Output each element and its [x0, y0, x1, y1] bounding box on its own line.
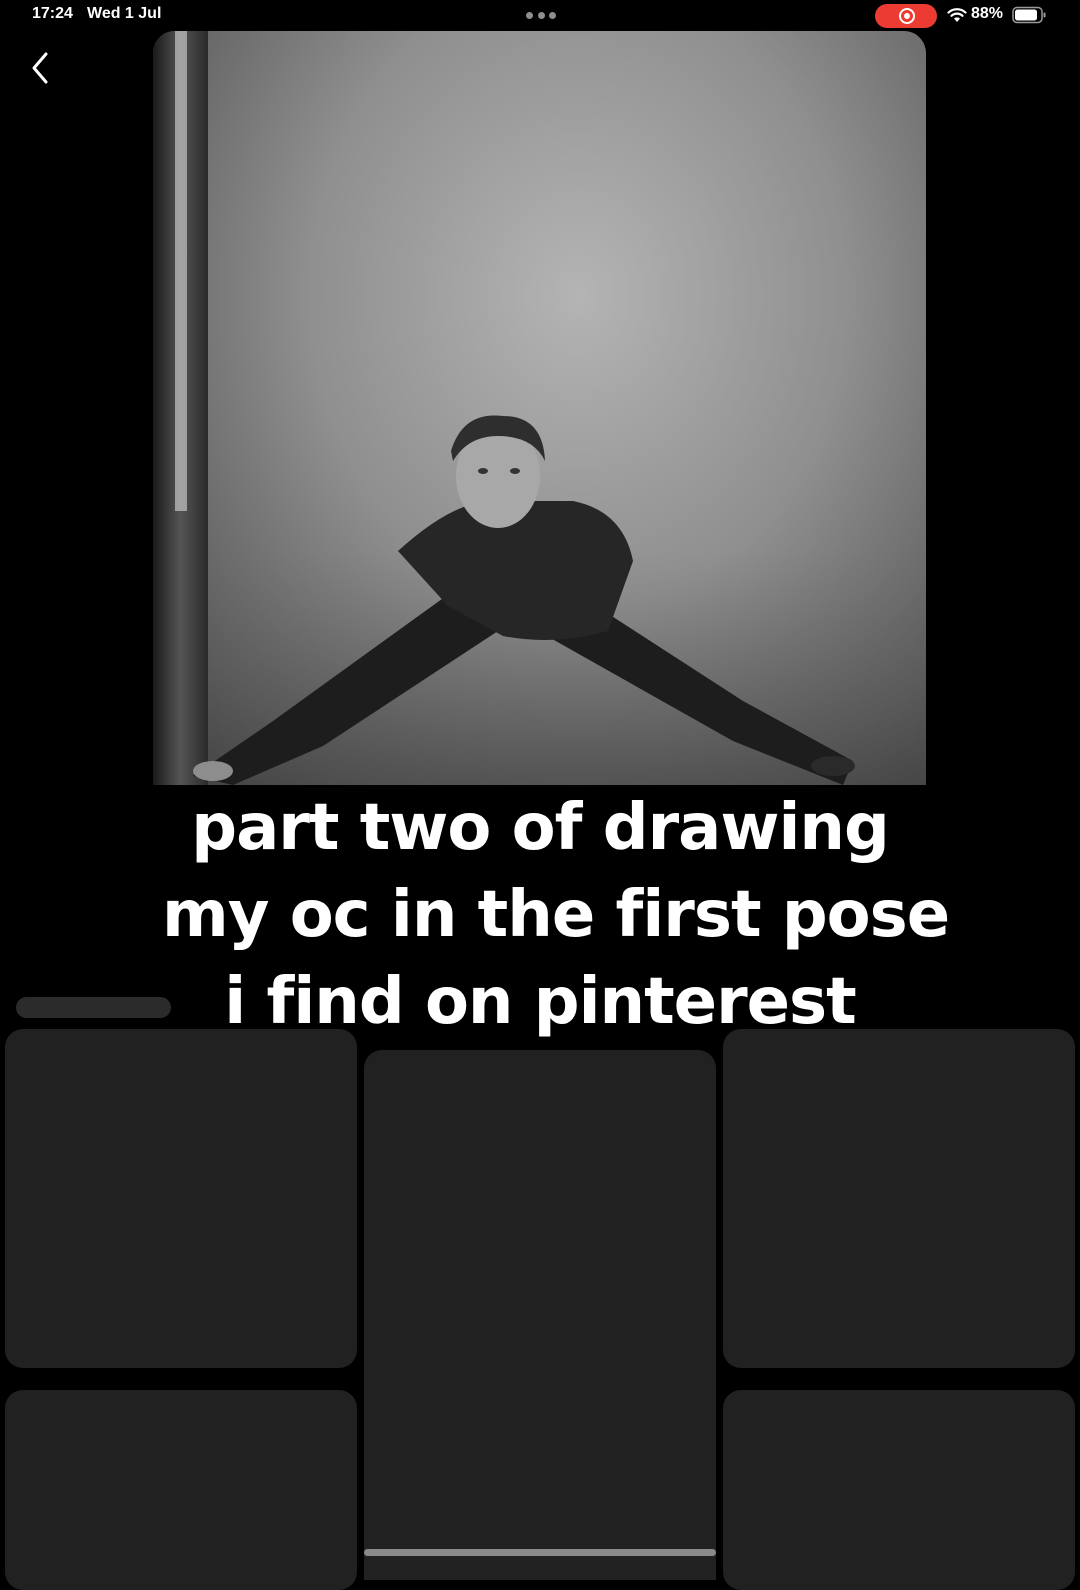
loading-placeholder-title: [16, 997, 171, 1018]
battery-icon: [1012, 6, 1046, 24]
status-date: Wed 1 Jul: [87, 5, 162, 22]
screen-record-icon[interactable]: [875, 4, 937, 28]
battery-percent: 88%: [971, 5, 1004, 22]
video-caption: part two of drawing my oc in the first p…: [140, 785, 972, 1046]
home-indicator[interactable]: [364, 1549, 716, 1556]
loading-placeholder-tile: [723, 1029, 1075, 1368]
multitask-dots-icon[interactable]: [526, 12, 556, 20]
status-bar: 17:24 Wed 1 Jul 88%: [0, 0, 1080, 32]
caption-line-1: part two of drawing: [169, 785, 911, 872]
pin-photo[interactable]: [153, 31, 926, 785]
wifi-icon: [947, 8, 967, 22]
caption-line-2: my oc in the first pose: [140, 872, 972, 959]
chevron-left-icon[interactable]: [24, 48, 58, 88]
loading-placeholder-tile: [723, 1390, 1075, 1590]
status-time: 17:24: [32, 5, 73, 22]
loading-placeholder-tile: [364, 1050, 716, 1580]
loading-placeholder-tile: [5, 1029, 357, 1368]
photo-man-spread-legs-bw: [153, 31, 926, 785]
loading-placeholder-tile: [5, 1390, 357, 1590]
